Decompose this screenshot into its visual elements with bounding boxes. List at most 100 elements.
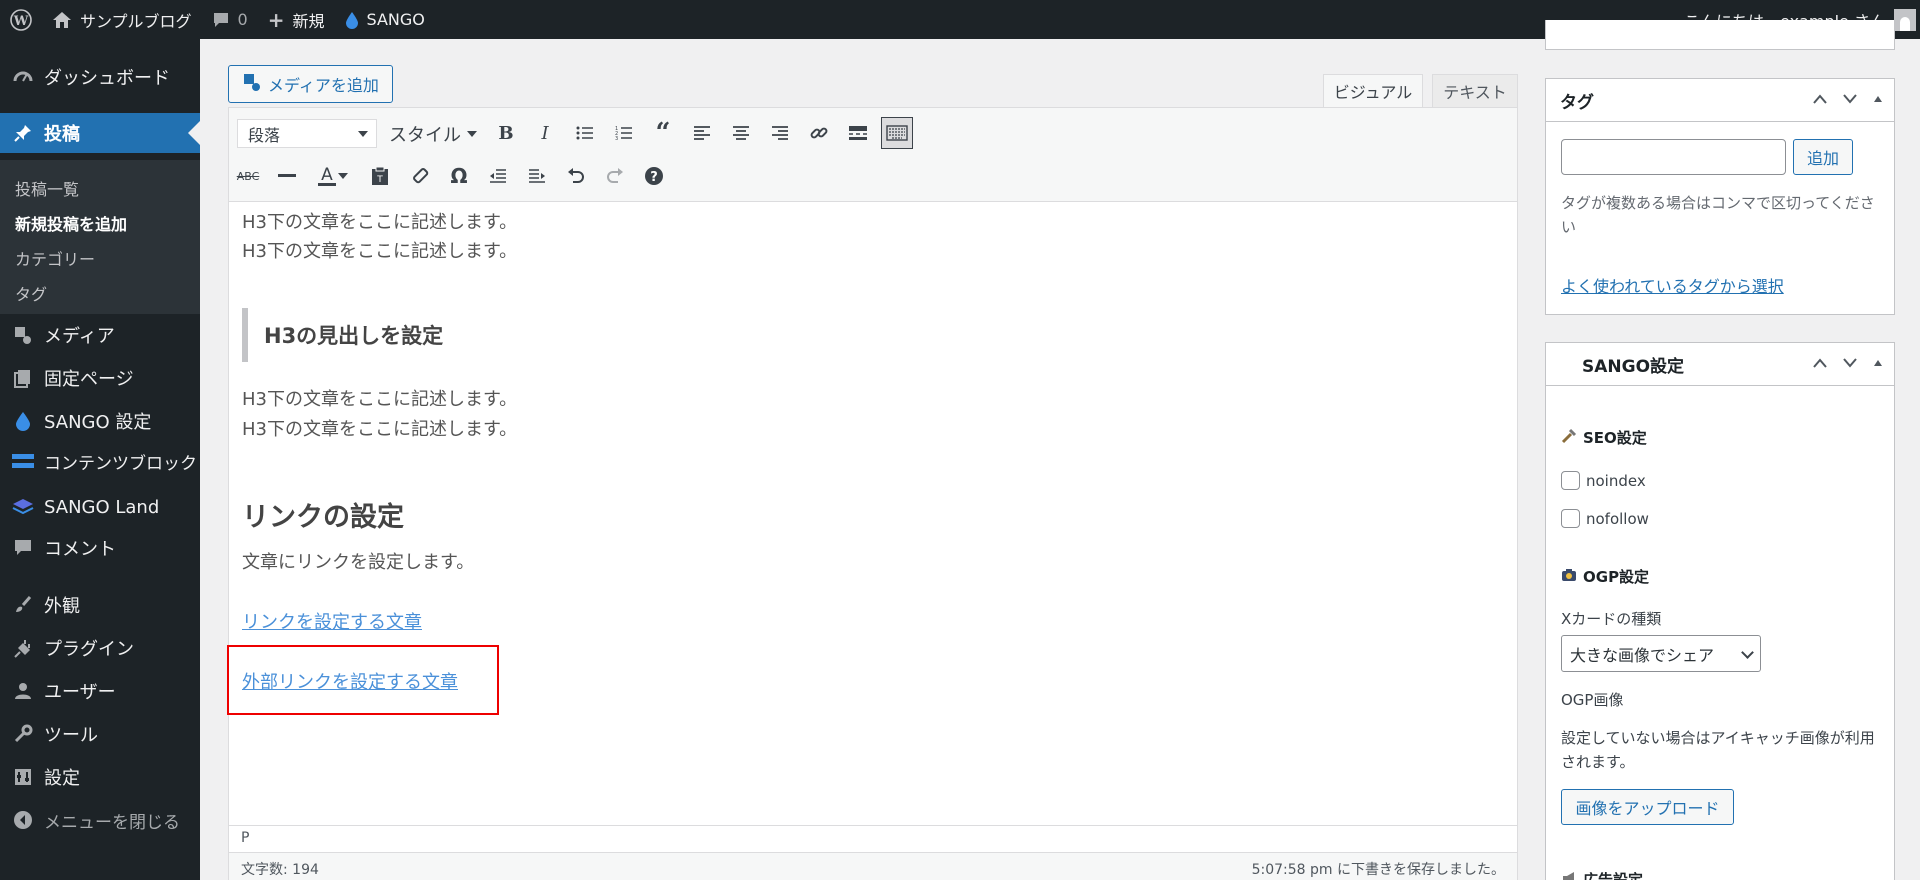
- new-content-link[interactable]: + 新規: [258, 0, 335, 39]
- menu-comments[interactable]: コメント: [0, 528, 200, 568]
- menu-pages[interactable]: 固定ページ: [0, 358, 200, 398]
- panel-controls: [1812, 355, 1884, 373]
- chevron-up-icon[interactable]: [1812, 355, 1828, 373]
- sango-panel-header[interactable]: SANGO設定: [1546, 343, 1894, 386]
- avatar: [1894, 8, 1916, 31]
- sango-settings-panel: SANGO設定 SEO設定 noindex nofollow OGP設定 Xカー…: [1545, 342, 1895, 880]
- blockquote-icon[interactable]: “: [647, 117, 679, 149]
- align-center-icon[interactable]: [725, 117, 757, 149]
- style-select[interactable]: スタイル: [389, 119, 477, 148]
- help-icon[interactable]: ?: [638, 160, 670, 192]
- menu-appearance[interactable]: 外観: [0, 585, 200, 625]
- menu-sango-settings[interactable]: SANGO 設定: [0, 401, 200, 441]
- chevron-down-icon[interactable]: [1842, 91, 1858, 109]
- collapse-label: メニューを閉じる: [44, 812, 180, 833]
- menu-tools[interactable]: ツール: [0, 714, 200, 754]
- chevron-up-icon[interactable]: [1812, 91, 1828, 109]
- style-select-value: スタイル: [389, 124, 461, 146]
- chevron-down-icon[interactable]: [1842, 355, 1858, 373]
- nofollow-option[interactable]: nofollow: [1561, 509, 1649, 528]
- seo-title: SEO設定: [1583, 429, 1647, 447]
- undo-icon[interactable]: [560, 160, 592, 192]
- user-icon: [12, 680, 34, 702]
- panel-above: [1545, 20, 1895, 50]
- outdent-icon[interactable]: [482, 160, 514, 192]
- brush-icon: [12, 594, 34, 616]
- tag-input[interactable]: [1561, 139, 1786, 175]
- submenu-add-new[interactable]: 新規投稿を追加: [15, 211, 127, 235]
- ad-title: 広告設定: [1583, 871, 1644, 880]
- sango-link[interactable]: SANGO: [335, 0, 435, 39]
- triangle-up-icon[interactable]: [1872, 91, 1884, 109]
- content-link[interactable]: リンクを設定する文章: [242, 608, 422, 634]
- tab-visual[interactable]: ビジュアル: [1323, 74, 1423, 107]
- menu-plugins[interactable]: プラグイン: [0, 628, 200, 668]
- submenu-all-posts[interactable]: 投稿一覧: [15, 176, 79, 200]
- droplet-icon: [12, 410, 34, 432]
- menu-label: SANGO Land: [44, 496, 160, 518]
- add-media-button[interactable]: メディアを追加: [228, 65, 393, 103]
- horizontal-line-icon[interactable]: [271, 160, 303, 192]
- tags-panel-header[interactable]: タグ: [1546, 79, 1894, 122]
- xcard-select-value: 大きな画像でシェア: [1570, 645, 1715, 665]
- menu-settings[interactable]: 設定: [0, 757, 200, 797]
- link-icon[interactable]: [803, 117, 835, 149]
- align-right-icon[interactable]: [764, 117, 796, 149]
- wordpress-logo[interactable]: W: [0, 0, 42, 39]
- eraser-icon[interactable]: [404, 160, 436, 192]
- posts-submenu: 投稿一覧 新規投稿を追加 カテゴリー タグ: [0, 160, 200, 314]
- menu-users[interactable]: ユーザー: [0, 671, 200, 711]
- menu-label: 設定: [44, 768, 80, 789]
- menu-label: ツール: [44, 725, 98, 746]
- plus-icon: +: [267, 7, 285, 32]
- upload-image-button[interactable]: 画像をアップロード: [1561, 789, 1734, 825]
- format-select[interactable]: 段落: [237, 119, 377, 148]
- align-left-icon[interactable]: [686, 117, 718, 149]
- panel-title: タグ: [1560, 92, 1594, 113]
- caret-down-icon[interactable]: [335, 160, 351, 192]
- menu-media[interactable]: メディア: [0, 315, 200, 355]
- triangle-up-icon[interactable]: [1872, 355, 1884, 373]
- redo-icon[interactable]: [599, 160, 631, 192]
- popular-tags-link[interactable]: よく使われているタグから選択: [1561, 273, 1784, 297]
- collapse-menu-button[interactable]: メニューを閉じる: [0, 800, 200, 840]
- nofollow-checkbox[interactable]: [1561, 509, 1580, 528]
- editor-status-bar: 文字数: 194 5:07:58 pm に下書きを保存しました。: [229, 852, 1517, 880]
- site-name-link[interactable]: サンプルブログ: [42, 0, 202, 39]
- strikethrough-icon[interactable]: ABC: [232, 160, 264, 192]
- toolbar-toggle-icon[interactable]: [881, 117, 913, 149]
- add-tag-button[interactable]: 追加: [1793, 139, 1853, 175]
- ogp-title: OGP設定: [1583, 568, 1650, 586]
- tags-panel: タグ 追加 タグが複数ある場合はコンマで区切ってください よく使われているタグか…: [1545, 78, 1895, 315]
- camera-icon: [1561, 568, 1577, 586]
- tab-text[interactable]: テキスト: [1432, 74, 1518, 107]
- comments-link[interactable]: 0: [202, 0, 258, 39]
- paragraph: H3下の文章をここに記述します。: [242, 389, 518, 410]
- ogp-section-title: OGP設定: [1561, 566, 1649, 587]
- menu-label: 固定ページ: [44, 369, 134, 390]
- italic-icon[interactable]: I: [529, 117, 561, 149]
- home-icon: [52, 11, 72, 29]
- numbered-list-icon[interactable]: 123: [608, 117, 640, 149]
- bulleted-list-icon[interactable]: [569, 117, 601, 149]
- menu-sango-land[interactable]: SANGO Land: [0, 487, 200, 527]
- indent-icon[interactable]: [521, 160, 553, 192]
- highlight-box: [227, 645, 499, 715]
- submenu-categories[interactable]: カテゴリー: [15, 246, 95, 270]
- noindex-option[interactable]: noindex: [1561, 471, 1646, 490]
- special-character-icon[interactable]: Ω: [443, 160, 475, 192]
- paste-text-icon[interactable]: T: [364, 160, 396, 192]
- submenu-tags[interactable]: タグ: [15, 281, 47, 305]
- paragraph: 文章にリンクを設定します。: [242, 552, 475, 573]
- comment-icon: [212, 11, 230, 29]
- xcard-select[interactable]: 大きな画像でシェア: [1561, 635, 1761, 672]
- pin-icon: [12, 122, 34, 144]
- menu-posts[interactable]: 投稿: [0, 113, 200, 153]
- svg-text:W: W: [13, 14, 29, 29]
- menu-dashboard[interactable]: ダッシュボード: [0, 57, 200, 97]
- menu-content-block[interactable]: コンテンツブロック: [0, 441, 200, 481]
- read-more-icon[interactable]: [842, 117, 874, 149]
- xcard-label: Xカードの種類: [1561, 610, 1662, 628]
- noindex-checkbox[interactable]: [1561, 471, 1580, 490]
- bold-icon[interactable]: B: [490, 117, 522, 149]
